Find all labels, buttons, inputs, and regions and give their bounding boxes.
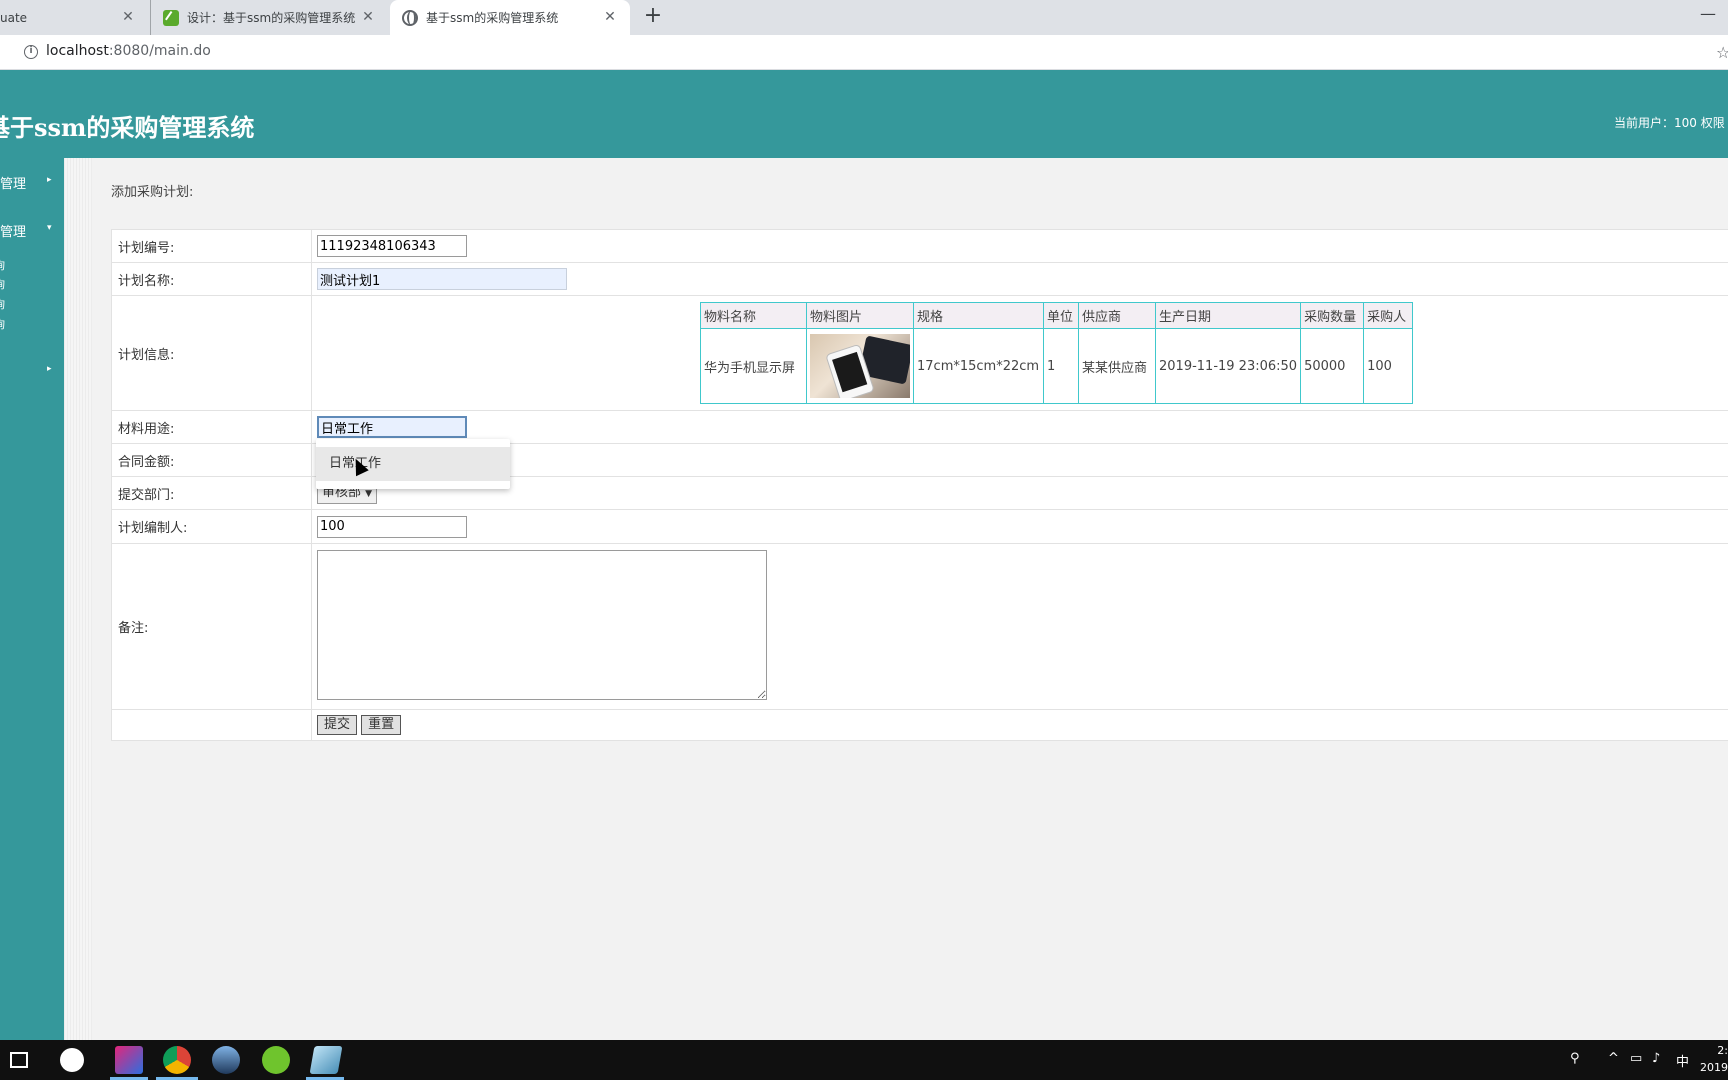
close-icon[interactable]: ✕ — [602, 9, 618, 25]
form-row-remark: 备注: — [111, 543, 1728, 710]
col-header: 物料图片 — [806, 302, 914, 329]
dept-label: 提交部门: — [111, 476, 312, 510]
url-text[interactable]: localhost:8080/main.do — [46, 43, 211, 59]
remark-textarea[interactable] — [317, 549, 767, 700]
url-path: :8080/main.do — [108, 43, 211, 59]
plan-no-input[interactable] — [317, 235, 467, 257]
amount-label: 合同金额: — [111, 443, 312, 477]
intellij-icon[interactable] — [115, 1046, 143, 1074]
leaf-app-icon[interactable] — [262, 1046, 290, 1074]
sidebar-subitem[interactable]: 询 — [0, 316, 5, 332]
leaf-icon — [163, 9, 179, 26]
submit-button[interactable]: 提交 — [317, 715, 358, 735]
form-row-plan-name: 计划名称: — [111, 262, 1728, 296]
col-header: 采购数量 — [1300, 302, 1365, 329]
chevron-up-icon[interactable]: ^ — [1608, 1051, 1619, 1066]
browser-tab-2[interactable]: 设计：基于ssm的采购管理系统 ✕ — [150, 0, 388, 35]
plan-no-label: 计划编号: — [111, 229, 312, 263]
current-user-info: 当前用户：100 权限 — [1614, 116, 1725, 130]
material-qty: 50000 — [1300, 328, 1365, 404]
maker-label: 计划编制人: — [111, 509, 312, 544]
sidebar-divider — [64, 158, 92, 1040]
chevron-right-icon[interactable]: ▸ — [47, 364, 52, 374]
sidebar: 管理 ▸ 管理 ▾ 询 询 询 询 ▸ — [0, 158, 64, 1040]
material-date: 2019-11-19 23:06:50 — [1154, 328, 1302, 404]
new-tab-button[interactable]: + — [642, 5, 664, 28]
plan-name-label: 计划名称: — [111, 262, 312, 296]
taskbar: ⚲ ^ ▭ ♪ 中 2: 2019 — [0, 1040, 1728, 1080]
app-title: 基于ssm的采购管理系统 — [0, 113, 255, 142]
url-host: localhost — [46, 43, 109, 59]
info-icon[interactable]: i — [24, 45, 38, 59]
autocomplete-option[interactable]: 日常工作 — [316, 447, 510, 481]
address-bar[interactable]: i localhost:8080/main.do ☆ — [0, 35, 1728, 70]
sidebar-subitem[interactable]: 询 — [0, 296, 5, 312]
chevron-down-icon[interactable]: ▾ — [47, 223, 52, 233]
col-header: 生产日期 — [1154, 302, 1302, 329]
material-unit: 1 — [1043, 328, 1079, 404]
tab-title: 设计：基于ssm的采购管理系统 — [187, 11, 356, 25]
minimize-button[interactable]: — — [1700, 4, 1720, 24]
sidebar-menu-2[interactable]: 管理 — [0, 221, 26, 240]
material-spec: 17cm*15cm*22cm — [913, 328, 1044, 404]
material-name: 华为手机显示屏 — [700, 328, 807, 404]
network-icon[interactable]: ▭ — [1630, 1051, 1642, 1066]
col-header: 采购人 — [1363, 302, 1414, 329]
material-image — [810, 334, 910, 398]
browser-tab-3-active[interactable]: 基于ssm的采购管理系统 ✕ — [390, 0, 630, 35]
usage-label: 材料用途: — [111, 410, 312, 444]
volume-icon[interactable]: ♪ — [1652, 1051, 1660, 1066]
app-swirl-icon[interactable] — [60, 1048, 84, 1072]
materials-table: 物料名称 物料图片 规格 单位 供应商 生产日期 采购数量 采购人 华为手机显示… — [700, 302, 1414, 404]
browser-tab-strip: uate ✕ 设计：基于ssm的采购管理系统 ✕ 基于ssm的采购管理系统 ✕ … — [0, 0, 1728, 35]
remark-label: 备注: — [111, 543, 312, 710]
maker-input[interactable] — [317, 515, 467, 538]
clock-date: 2019 — [1700, 1061, 1728, 1074]
usage-input[interactable] — [317, 416, 467, 438]
tab-title: uate — [0, 10, 28, 25]
col-header: 供应商 — [1078, 302, 1156, 329]
col-header: 单位 — [1043, 302, 1079, 329]
reset-button[interactable]: 重置 — [361, 715, 402, 735]
close-icon[interactable]: ✕ — [120, 9, 136, 25]
bookmark-star-icon[interactable]: ☆ — [1716, 43, 1728, 62]
form-row-buttons: 提交 重置 — [111, 709, 1728, 741]
col-header: 物料名称 — [700, 302, 807, 329]
material-supplier: 某某供应商 — [1078, 328, 1156, 404]
browser-tab-1[interactable]: uate ✕ — [0, 0, 148, 35]
form-row-plan-no: 计划编号: — [111, 229, 1728, 263]
notepad-icon[interactable] — [309, 1046, 343, 1074]
table-row: 华为手机显示屏 17cm*15cm*22cm 1 某某供应商 2019-11-1… — [700, 328, 1414, 404]
browser-globe-icon[interactable] — [212, 1046, 240, 1074]
close-icon[interactable]: ✕ — [360, 9, 376, 25]
chrome-icon[interactable] — [163, 1046, 191, 1074]
col-header: 规格 — [913, 302, 1044, 329]
sidebar-subitem[interactable]: 询 — [0, 276, 5, 292]
ime-indicator[interactable]: 中 — [1676, 1051, 1689, 1070]
sidebar-menu-1[interactable]: 管理 — [0, 173, 26, 192]
materials-header-row: 物料名称 物料图片 规格 单位 供应商 生产日期 采购数量 采购人 — [700, 302, 1414, 329]
sidebar-subitem[interactable]: 询 — [0, 257, 5, 273]
globe-icon — [402, 9, 418, 26]
people-icon[interactable]: ⚲ — [1570, 1051, 1580, 1066]
task-view-icon[interactable] — [10, 1052, 28, 1068]
clock[interactable]: 2: 2019 — [1700, 1042, 1728, 1076]
app-header: 基于ssm的采购管理系统 当前用户：100 权限 — [0, 70, 1728, 158]
page-heading: 添加采购计划: — [111, 185, 194, 200]
material-buyer: 100 — [1363, 328, 1414, 404]
chevron-right-icon[interactable]: ▸ — [47, 175, 52, 185]
plan-info-label: 计划信息: — [111, 295, 312, 411]
clock-time: 2: — [1717, 1044, 1728, 1057]
form-row-plan-info: 计划信息: 物料名称 物料图片 规格 单位 供应商 生产日期 采购数量 采购人 … — [111, 295, 1728, 411]
form-row-maker: 计划编制人: — [111, 509, 1728, 544]
tab-title: 基于ssm的采购管理系统 — [426, 11, 559, 25]
plan-name-input[interactable] — [317, 268, 567, 290]
autocomplete-dropdown: 日常工作 — [316, 439, 510, 489]
chevron-down-icon: ▼ — [365, 489, 373, 499]
